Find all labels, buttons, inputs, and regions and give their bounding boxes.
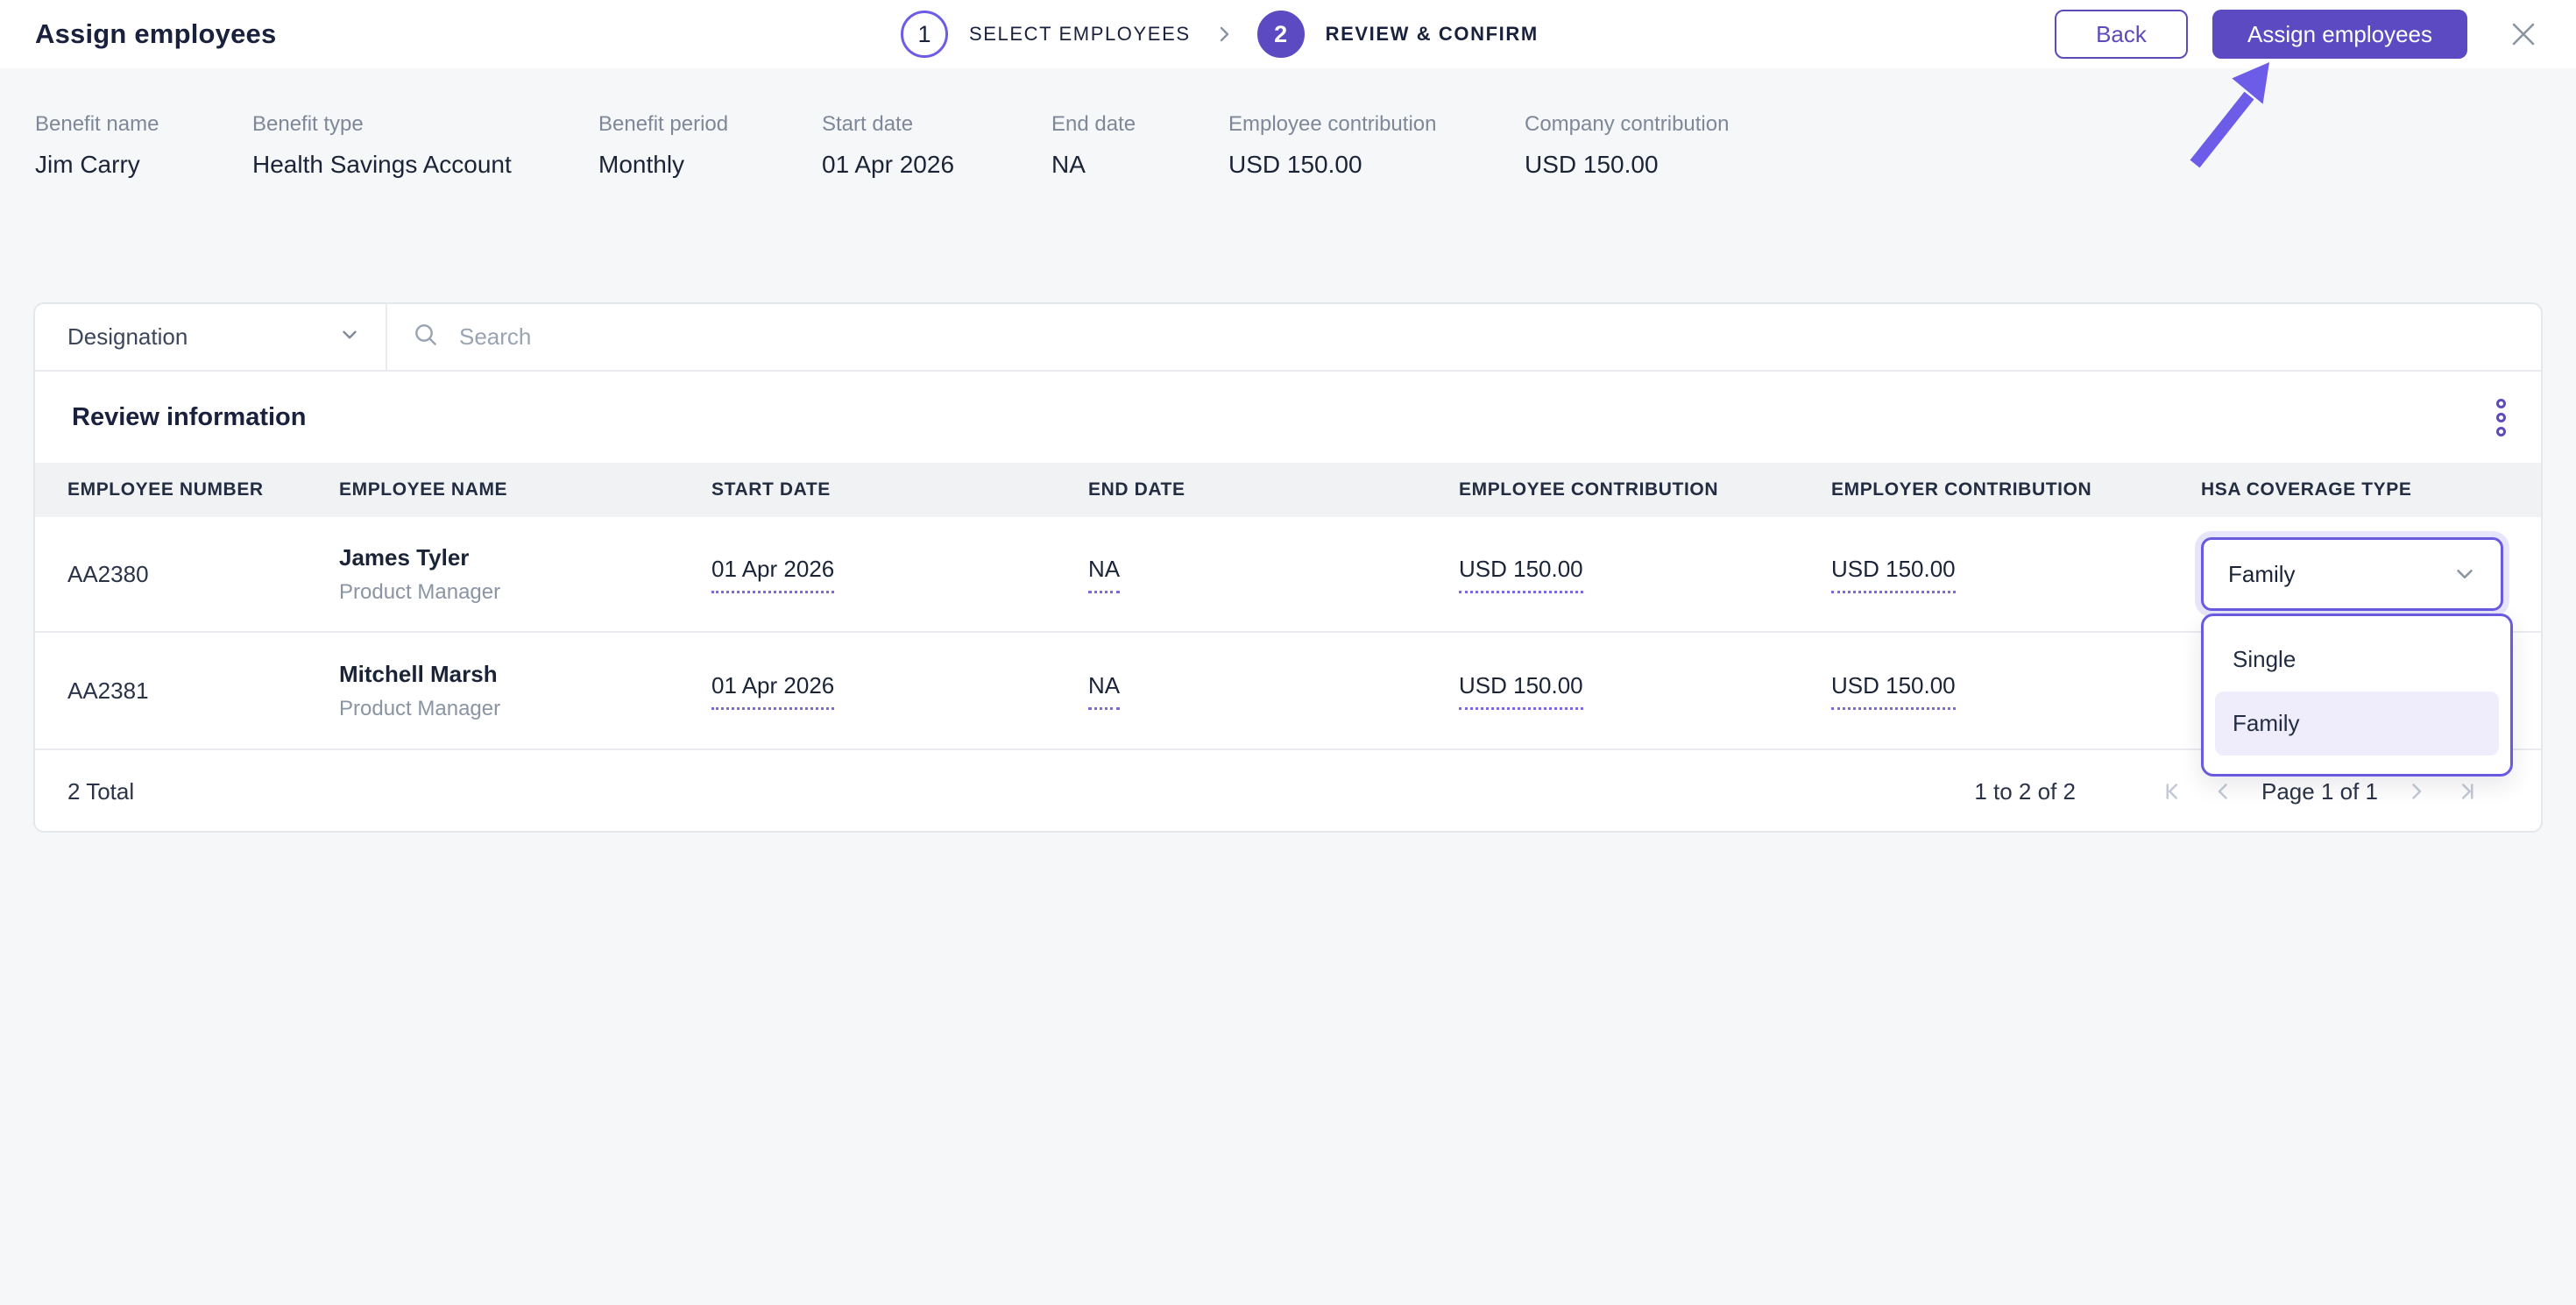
dropdown-option-single[interactable]: Single bbox=[2215, 628, 2499, 692]
employee-name-cell: James Tyler Product Manager bbox=[339, 517, 711, 631]
chevron-down-icon bbox=[338, 323, 361, 351]
summary-label: Employee contribution bbox=[1228, 112, 1437, 136]
employee-number-cell: AA2381 bbox=[67, 677, 149, 704]
summary-benefit-name: Benefit name Jim Carry bbox=[35, 112, 159, 179]
hsa-coverage-dropdown-panel: Single Family bbox=[2201, 613, 2513, 777]
start-date-cell: 01 Apr 2026 bbox=[711, 633, 1088, 748]
start-date-editable[interactable]: 01 Apr 2026 bbox=[711, 672, 835, 710]
employee-name-cell: Mitchell Marsh Product Manager bbox=[339, 633, 711, 748]
summary-value: NA bbox=[1051, 151, 1086, 178]
employee-designation: Product Manager bbox=[339, 696, 501, 720]
filter-bar: Designation bbox=[35, 304, 2541, 372]
page-title: Assign employees bbox=[35, 18, 277, 49]
search-box bbox=[387, 304, 2541, 370]
top-bar: Assign employees 1 SELECT EMPLOYEES 2 RE… bbox=[0, 0, 2576, 68]
step-2-label: REVIEW & CONFIRM bbox=[1325, 23, 1539, 45]
kebab-menu-icon[interactable] bbox=[2489, 392, 2513, 443]
stepper: 1 SELECT EMPLOYEES 2 REVIEW & CONFIRM bbox=[901, 0, 1539, 68]
employee-contribution-cell: USD 150.00 bbox=[1459, 633, 1831, 748]
col-employee-contribution: EMPLOYEE CONTRIBUTION bbox=[1459, 479, 1719, 500]
next-page-icon[interactable] bbox=[2401, 777, 2431, 806]
close-icon[interactable] bbox=[2504, 15, 2543, 53]
summary-label: Company contribution bbox=[1525, 112, 1730, 136]
summary-company-contribution: Company contribution USD 150.00 bbox=[1525, 112, 1729, 179]
section-title: Review information bbox=[72, 402, 307, 431]
employer-contribution-editable[interactable]: USD 150.00 bbox=[1831, 672, 1956, 710]
range-label: 1 to 2 of 2 bbox=[1974, 777, 2076, 805]
step-review-confirm[interactable]: 2 REVIEW & CONFIRM bbox=[1256, 11, 1539, 58]
employee-number-cell: AA2380 bbox=[67, 560, 149, 587]
employee-name: Mitchell Marsh bbox=[339, 660, 498, 687]
header-actions: Back Assign employees bbox=[2055, 0, 2543, 68]
step-select-employees[interactable]: 1 SELECT EMPLOYEES bbox=[901, 11, 1191, 58]
table-row: AA2380 James Tyler Product Manager 01 Ap… bbox=[35, 517, 2541, 633]
end-date-cell: NA bbox=[1088, 633, 1459, 748]
assign-employees-button[interactable]: Assign employees bbox=[2212, 10, 2467, 59]
summary-label: Benefit period bbox=[598, 112, 729, 136]
employee-contribution-cell: USD 150.00 bbox=[1459, 517, 1831, 631]
hsa-coverage-select[interactable]: Family bbox=[2201, 537, 2503, 611]
employer-contribution-cell: USD 150.00 bbox=[1831, 517, 2201, 631]
step-2-circle: 2 bbox=[1256, 11, 1305, 58]
end-date-editable[interactable]: NA bbox=[1088, 556, 1121, 593]
employee-name: James Tyler bbox=[339, 543, 470, 571]
dropdown-option-family[interactable]: Family bbox=[2215, 692, 2499, 755]
chevron-down-icon bbox=[2452, 561, 2478, 587]
summary-value: 01 Apr 2026 bbox=[822, 151, 955, 178]
summary-value: USD 150.00 bbox=[1228, 151, 1362, 178]
last-page-icon[interactable] bbox=[2452, 777, 2481, 806]
summary-label: Start date bbox=[822, 112, 914, 136]
hsa-coverage-value: Family bbox=[2228, 560, 2296, 587]
col-start-date: START DATE bbox=[711, 479, 831, 500]
designation-dropdown[interactable]: Designation bbox=[35, 304, 387, 370]
pagination: 1 to 2 of 2 Page 1 of 1 bbox=[1974, 777, 2492, 806]
benefit-summary: Benefit name Jim Carry Benefit type Heal… bbox=[0, 112, 2576, 209]
summary-start-date: Start date 01 Apr 2026 bbox=[822, 112, 954, 179]
search-input[interactable] bbox=[457, 309, 2541, 365]
end-date-editable[interactable]: NA bbox=[1088, 672, 1121, 710]
col-end-date: END DATE bbox=[1088, 479, 1185, 500]
step-1-label: SELECT EMPLOYEES bbox=[969, 23, 1191, 45]
page-indicator: Page 1 of 1 bbox=[2261, 777, 2378, 805]
end-date-cell: NA bbox=[1088, 517, 1459, 631]
summary-employee-contribution: Employee contribution USD 150.00 bbox=[1228, 112, 1436, 179]
back-button[interactable]: Back bbox=[2055, 10, 2188, 59]
summary-benefit-period: Benefit period Monthly bbox=[598, 112, 728, 179]
previous-page-icon[interactable] bbox=[2209, 777, 2239, 806]
total-count: 2 Total bbox=[67, 777, 135, 805]
assign-employees-modal: Assign employees 1 SELECT EMPLOYEES 2 RE… bbox=[0, 0, 2576, 1305]
start-date-cell: 01 Apr 2026 bbox=[711, 517, 1088, 631]
step-1-circle: 1 bbox=[901, 11, 948, 58]
col-employee-name: EMPLOYEE NAME bbox=[339, 479, 508, 500]
col-employer-contribution: EMPLOYER CONTRIBUTION bbox=[1831, 479, 2092, 500]
employee-contribution-editable[interactable]: USD 150.00 bbox=[1459, 556, 1583, 593]
table-row: AA2381 Mitchell Marsh Product Manager 01… bbox=[35, 633, 2541, 750]
employee-designation: Product Manager bbox=[339, 579, 501, 604]
summary-value: Health Savings Account bbox=[252, 151, 512, 178]
start-date-editable[interactable]: 01 Apr 2026 bbox=[711, 556, 835, 593]
summary-label: Benefit name bbox=[35, 112, 159, 136]
employer-contribution-editable[interactable]: USD 150.00 bbox=[1831, 556, 1956, 593]
designation-label: Designation bbox=[67, 323, 188, 350]
summary-value: USD 150.00 bbox=[1525, 151, 1659, 178]
employer-contribution-cell: USD 150.00 bbox=[1831, 633, 2201, 748]
summary-label: Benefit type bbox=[252, 112, 364, 136]
summary-value: Jim Carry bbox=[35, 151, 140, 178]
table-header-row: EMPLOYEE NUMBER EMPLOYEE NAME START DATE… bbox=[35, 463, 2541, 517]
stepper-chevron-icon bbox=[1214, 24, 1235, 45]
summary-value: Monthly bbox=[598, 151, 685, 178]
review-table-card: Designation Review information EMPLOYEE … bbox=[33, 302, 2543, 833]
search-icon bbox=[412, 321, 440, 353]
table-footer: 2 Total 1 to 2 of 2 Page 1 of 1 bbox=[35, 750, 2541, 833]
section-header: Review information bbox=[35, 372, 2541, 463]
col-employee-number: EMPLOYEE NUMBER bbox=[67, 479, 264, 500]
first-page-icon[interactable] bbox=[2158, 777, 2188, 806]
employee-contribution-editable[interactable]: USD 150.00 bbox=[1459, 672, 1583, 710]
col-hsa-coverage-type: HSA COVERAGE TYPE bbox=[2201, 479, 2412, 500]
summary-benefit-type: Benefit type Health Savings Account bbox=[252, 112, 512, 179]
summary-label: End date bbox=[1051, 112, 1136, 136]
summary-end-date: End date NA bbox=[1051, 112, 1136, 179]
